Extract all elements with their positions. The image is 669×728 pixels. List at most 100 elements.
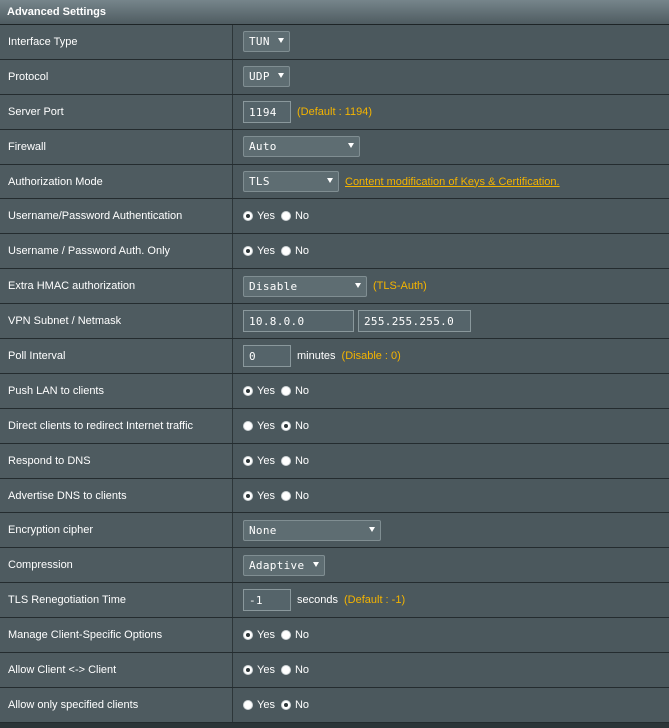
hmac-select[interactable]: Disable — [243, 275, 367, 297]
field-label: Allow only specified clients — [0, 687, 233, 722]
no-label: No — [294, 245, 310, 258]
field-label: Manage Client-Specific Options — [0, 618, 233, 653]
field-value: Yes No — [233, 373, 669, 408]
row-advertise-dns: Advertise DNS to clients Yes No — [0, 478, 669, 514]
row-redirect-traffic: Direct clients to redirect Internet traf… — [0, 408, 669, 444]
field-label: Server Port — [0, 94, 233, 129]
poll-interval-input[interactable]: 0 — [243, 344, 291, 367]
no-radio[interactable] — [280, 385, 291, 396]
field-value: None — [233, 513, 669, 548]
row-interface-type: Interface Type TUN — [0, 25, 669, 60]
row-compression: Compression Adaptive — [0, 548, 669, 584]
cipher-select[interactable]: None — [243, 519, 381, 541]
row-username-password-only: Username / Password Auth. Only Yes No — [0, 234, 669, 270]
yes-radio[interactable] — [243, 420, 253, 431]
default-hint: (Disable : 0) — [341, 349, 401, 362]
yes-label: Yes — [257, 698, 275, 711]
field-value: Yes No — [233, 408, 669, 443]
no-label: No — [294, 698, 310, 711]
field-value: Adaptive — [233, 548, 669, 583]
row-push-lan: Push LAN to clients Yes No — [0, 373, 669, 409]
row-server-port: Server Port 1194 (Default : 1194) — [0, 94, 669, 130]
unit-label: minutes — [297, 349, 336, 362]
field-label: Respond to DNS — [0, 443, 233, 478]
field-value: 0 minutes (Disable : 0) — [233, 339, 669, 373]
field-label: Push LAN to clients — [0, 373, 233, 408]
yes-radio[interactable] — [243, 211, 253, 222]
compression-select[interactable]: Adaptive — [243, 554, 325, 576]
radio-group: Yes No — [243, 210, 315, 222]
field-label: VPN Subnet / Netmask — [0, 304, 233, 339]
field-value: UDP — [233, 59, 669, 94]
interface-type-select[interactable]: TUN — [243, 31, 290, 53]
protocol-select[interactable]: UDP — [243, 66, 290, 88]
field-value: Yes No — [233, 443, 669, 478]
section-title: Advanced Settings — [0, 0, 669, 25]
field-value: Yes No — [233, 653, 669, 687]
no-label: No — [294, 419, 310, 432]
radio-group: Yes No — [243, 664, 315, 676]
field-label: Direct clients to redirect Internet traf… — [0, 408, 233, 443]
yes-radio[interactable] — [243, 699, 253, 710]
yes-label: Yes — [257, 419, 275, 432]
tls-auth-hint: (TLS-Auth) — [373, 280, 427, 293]
field-value: Yes No — [233, 199, 669, 234]
authorization-mode-select[interactable]: TLS — [243, 171, 339, 192]
yes-label: Yes — [257, 210, 275, 223]
select-value: UDP — [249, 70, 270, 84]
yes-radio[interactable] — [243, 385, 253, 396]
yes-label: Yes — [257, 629, 275, 642]
no-radio[interactable] — [280, 699, 291, 710]
firewall-select[interactable]: Auto — [243, 136, 360, 158]
row-extra-hmac: Extra HMAC authorization Disable (TLS-Au… — [0, 269, 669, 305]
server-port-input[interactable]: 1194 — [243, 100, 291, 123]
field-value: Yes No — [233, 687, 669, 722]
no-radio[interactable] — [280, 490, 291, 501]
row-poll-interval: Poll Interval 0 minutes (Disable : 0) — [0, 339, 669, 374]
no-radio[interactable] — [280, 211, 291, 222]
field-value: 10.8.0.0 255.255.255.0 — [233, 304, 669, 339]
field-label: Username / Password Auth. Only — [0, 234, 233, 269]
field-label: Authorization Mode — [0, 164, 233, 199]
tls-renegotiation-input[interactable]: -1 — [243, 589, 291, 612]
no-radio[interactable] — [280, 420, 291, 431]
no-label: No — [294, 454, 310, 467]
field-label: Poll Interval — [0, 339, 233, 373]
row-respond-dns: Respond to DNS Yes No — [0, 443, 669, 479]
row-authorization-mode: Authorization Mode TLS Content modificat… — [0, 164, 669, 200]
field-label: Allow Client <-> Client — [0, 653, 233, 687]
keys-certification-link[interactable]: Content modification of Keys & Certifica… — [345, 176, 560, 188]
netmask-input[interactable]: 255.255.255.0 — [358, 310, 471, 333]
radio-group: Yes No — [243, 245, 315, 257]
no-label: No — [294, 489, 310, 502]
yes-radio[interactable] — [243, 630, 253, 641]
no-radio[interactable] — [280, 630, 291, 641]
field-label: Compression — [0, 548, 233, 583]
yes-radio[interactable] — [243, 490, 253, 501]
field-value: -1 seconds (Default : -1) — [233, 583, 669, 618]
no-label: No — [294, 629, 310, 642]
yes-radio[interactable] — [243, 455, 253, 466]
field-label: Firewall — [0, 129, 233, 164]
radio-group: Yes No — [243, 455, 315, 467]
yes-label: Yes — [257, 384, 275, 397]
subnet-input[interactable]: 10.8.0.0 — [243, 310, 354, 333]
field-value: TUN — [233, 25, 669, 59]
row-firewall: Firewall Auto — [0, 129, 669, 165]
select-value: Adaptive — [249, 558, 305, 572]
yes-radio[interactable] — [243, 246, 253, 257]
row-vpn-subnet: VPN Subnet / Netmask 10.8.0.0 255.255.25… — [0, 304, 669, 340]
no-radio[interactable] — [280, 246, 291, 257]
advanced-settings-panel: Advanced Settings Interface Type TUN Pro… — [0, 0, 669, 728]
no-radio[interactable] — [280, 455, 291, 466]
radio-group: Yes No — [243, 629, 315, 641]
chevron-down-icon — [313, 561, 319, 567]
no-radio[interactable] — [280, 664, 291, 675]
field-label: Extra HMAC authorization — [0, 269, 233, 304]
field-label: Advertise DNS to clients — [0, 478, 233, 513]
default-hint: (Default : 1194) — [297, 105, 373, 118]
row-client-to-client: Allow Client <-> Client Yes No — [0, 653, 669, 688]
field-label: Interface Type — [0, 25, 233, 59]
chevron-down-icon — [348, 143, 354, 149]
yes-radio[interactable] — [243, 664, 253, 675]
